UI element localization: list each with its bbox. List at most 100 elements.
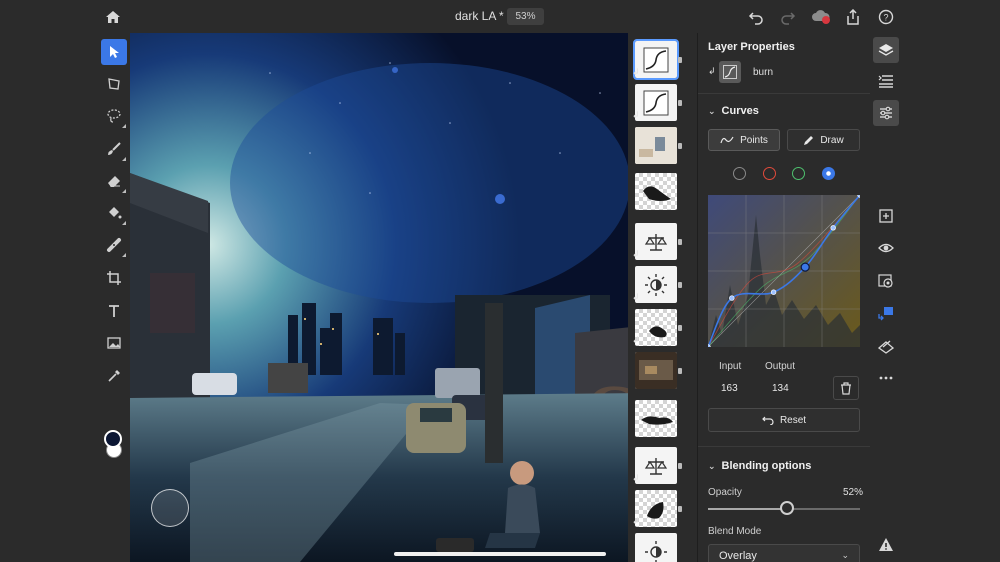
curves-layer-icon bbox=[719, 61, 741, 83]
layer-thumb-brightness[interactable] bbox=[635, 533, 677, 562]
input-label: Input bbox=[719, 361, 742, 372]
redo-icon[interactable] bbox=[778, 7, 798, 27]
crop-tool-icon[interactable] bbox=[101, 265, 127, 291]
curve-point[interactable] bbox=[830, 225, 836, 231]
brush-tool-icon[interactable] bbox=[101, 136, 127, 162]
clip-arrow-icon: ↲ bbox=[632, 292, 640, 302]
opacity-label: Opacity bbox=[708, 487, 742, 498]
fx-icon[interactable] bbox=[873, 333, 899, 359]
clip-arrow-icon: ↲ bbox=[632, 473, 640, 483]
transform-tool-icon[interactable] bbox=[101, 71, 127, 97]
heal-tool-icon[interactable] bbox=[101, 232, 127, 258]
layer-thumb-brush-mask[interactable] bbox=[635, 490, 677, 527]
points-curve-icon bbox=[720, 136, 734, 144]
right-rail bbox=[870, 33, 1000, 562]
layer-nub bbox=[678, 143, 682, 149]
clip-arrow-icon: ↲ bbox=[632, 516, 640, 526]
clip-arrow-icon: ↲ bbox=[632, 335, 640, 345]
layer-nub bbox=[678, 282, 682, 288]
cloud-sync-icon[interactable] bbox=[811, 7, 831, 27]
trash-icon bbox=[841, 381, 851, 395]
foreground-color-swatch[interactable] bbox=[104, 430, 122, 448]
rgb-channel-button[interactable] bbox=[733, 167, 746, 180]
blend-mode-select[interactable]: Overlay ⌄ bbox=[708, 544, 860, 562]
blending-section-title: Blending options bbox=[721, 460, 812, 472]
eyedropper-tool-icon[interactable] bbox=[101, 363, 127, 389]
delete-point-button[interactable] bbox=[833, 376, 859, 400]
lasso-tool-icon[interactable] bbox=[101, 103, 127, 129]
share-icon[interactable] bbox=[843, 7, 863, 27]
draw-mode-button[interactable]: Draw bbox=[787, 129, 860, 151]
curve-point[interactable] bbox=[770, 289, 777, 295]
clip-arrow-icon: ↲ bbox=[708, 66, 716, 76]
undo-icon[interactable] bbox=[746, 7, 766, 27]
reset-button[interactable]: Reset bbox=[708, 408, 860, 432]
layer-thumb-brush-mask[interactable] bbox=[635, 400, 677, 437]
curves-section-title: Curves bbox=[721, 105, 759, 117]
pencil-icon bbox=[804, 135, 814, 145]
opacity-slider-thumb[interactable] bbox=[780, 501, 795, 515]
curves-section-header[interactable]: ⌄ Curves bbox=[708, 105, 759, 117]
more-icon[interactable] bbox=[873, 365, 899, 391]
home-icon[interactable] bbox=[103, 7, 123, 27]
layers-strip: ↲ ↲ ↲ ↲ ↲ ↲ ↲ bbox=[628, 33, 683, 562]
canvas-image: G bbox=[130, 33, 650, 562]
clip-arrow-icon: ↲ bbox=[632, 249, 640, 259]
help-icon[interactable]: ? bbox=[876, 7, 896, 27]
layer-thumb-brightness[interactable] bbox=[635, 266, 677, 303]
layer-thumb-photo[interactable] bbox=[635, 352, 677, 389]
layer-thumb-photo[interactable] bbox=[635, 127, 677, 164]
layer-thumb-balance[interactable] bbox=[635, 447, 677, 484]
home-indicator bbox=[394, 552, 606, 556]
layer-name: burn bbox=[753, 67, 774, 78]
points-mode-label: Points bbox=[740, 134, 768, 146]
blend-mode-label: Blend Mode bbox=[708, 526, 762, 537]
green-channel-button[interactable] bbox=[792, 167, 805, 180]
chevron-down-icon: ⌄ bbox=[841, 550, 849, 560]
selected-curve-point[interactable] bbox=[800, 262, 810, 272]
points-mode-button[interactable]: Points bbox=[708, 129, 780, 151]
reset-icon bbox=[762, 416, 774, 425]
layer-nub bbox=[678, 100, 682, 106]
top-bar: dark LA * 53% ? bbox=[0, 0, 1000, 33]
input-value[interactable]: 163 bbox=[721, 383, 738, 394]
red-channel-button[interactable] bbox=[763, 167, 776, 180]
eraser-tool-icon[interactable] bbox=[101, 168, 127, 194]
output-value[interactable]: 134 bbox=[772, 383, 789, 394]
document-title[interactable]: dark LA * bbox=[455, 9, 504, 23]
visibility-icon[interactable] bbox=[873, 235, 899, 261]
curves-graph[interactable] bbox=[708, 195, 860, 347]
layer-nub bbox=[678, 57, 682, 63]
layer-thumb-balance[interactable] bbox=[635, 223, 677, 260]
layer-thumb-curves[interactable] bbox=[635, 84, 677, 121]
type-tool-icon[interactable] bbox=[101, 298, 127, 324]
opacity-slider-fill bbox=[708, 508, 788, 510]
curve-point[interactable] bbox=[729, 295, 735, 301]
clip-icon[interactable] bbox=[873, 300, 899, 326]
panel-title: Layer Properties bbox=[708, 41, 795, 53]
fill-tool-icon[interactable] bbox=[101, 200, 127, 226]
draw-mode-label: Draw bbox=[820, 134, 844, 146]
clip-arrow-icon: ↲ bbox=[632, 110, 640, 120]
adjustments-icon[interactable] bbox=[873, 100, 899, 126]
canvas[interactable]: G bbox=[130, 33, 650, 562]
chevron-down-icon: ⌄ bbox=[708, 461, 716, 471]
clip-arrow-icon: ↲ bbox=[632, 67, 640, 77]
layer-thumb-brush-mask[interactable] bbox=[635, 309, 677, 346]
mask-icon[interactable] bbox=[873, 268, 899, 294]
layer-stack-icon[interactable] bbox=[873, 68, 899, 94]
blending-section-header[interactable]: ⌄ Blending options bbox=[708, 460, 811, 472]
touch-shortcut-button[interactable] bbox=[151, 489, 189, 527]
place-image-tool-icon[interactable] bbox=[101, 330, 127, 356]
layer-nub bbox=[678, 325, 682, 331]
layers-icon[interactable] bbox=[873, 37, 899, 63]
layer-thumb-curves-selected[interactable] bbox=[633, 39, 679, 80]
layer-thumb-brush-mask[interactable] bbox=[635, 173, 677, 210]
blue-channel-button[interactable] bbox=[822, 167, 835, 180]
zoom-level[interactable]: 53% bbox=[507, 8, 544, 25]
tool-bar bbox=[0, 33, 130, 562]
select-tool-icon[interactable] bbox=[101, 39, 127, 65]
warning-icon[interactable] bbox=[873, 532, 899, 558]
add-layer-icon[interactable] bbox=[873, 203, 899, 229]
opacity-value: 52% bbox=[843, 487, 864, 498]
